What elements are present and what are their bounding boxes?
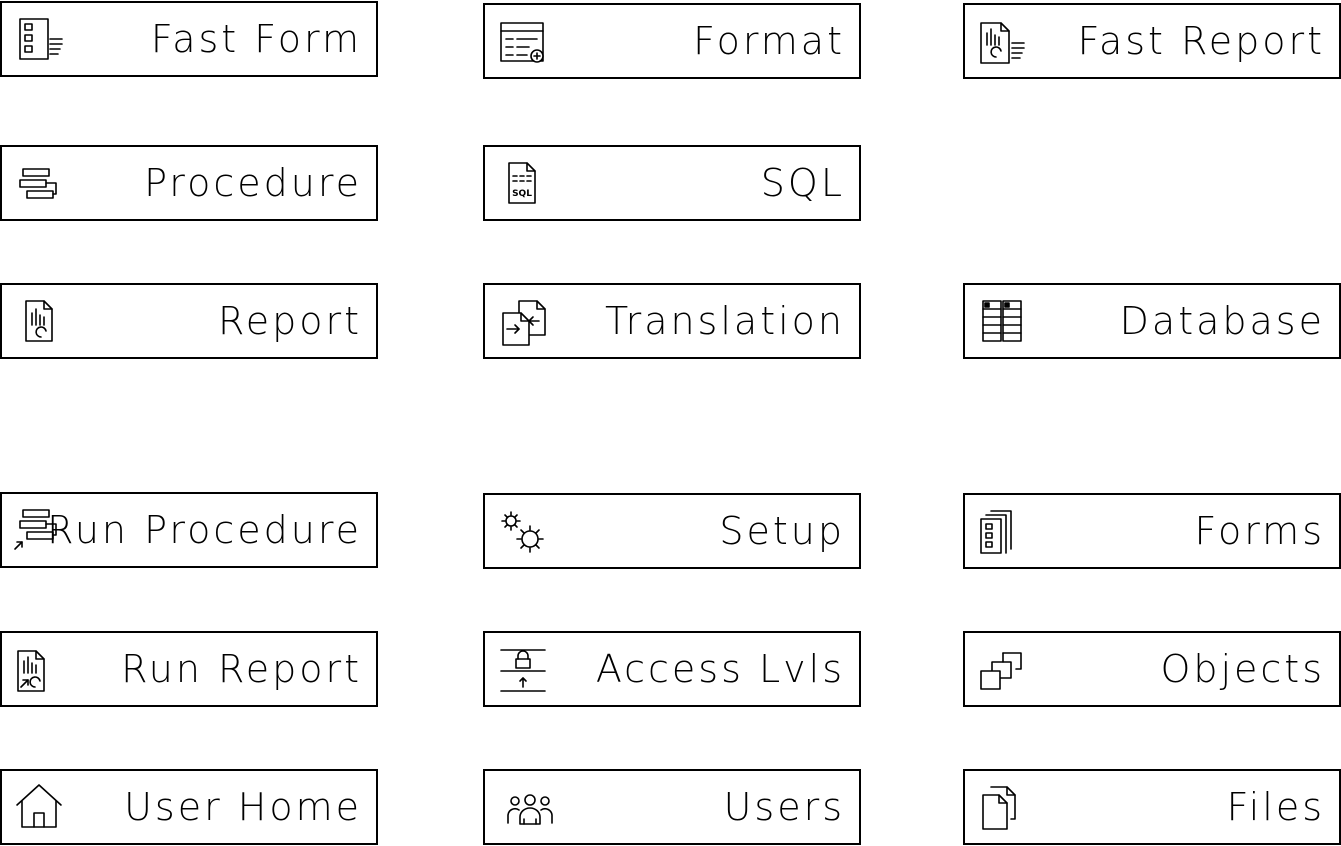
format-label: Format <box>693 19 845 63</box>
translation-label: Translation <box>604 299 845 343</box>
access-lvls-label: Access Lvls <box>595 647 845 691</box>
gears-icon <box>499 509 549 557</box>
sql-button[interactable]: SQL SQL <box>483 145 861 221</box>
run-report-label: Run Report <box>121 647 362 691</box>
fast-report-button[interactable]: Fast Report <box>963 3 1341 79</box>
database-button[interactable]: Database <box>963 283 1341 359</box>
files-label: Files <box>1226 785 1325 829</box>
user-home-button[interactable]: User Home <box>0 769 378 845</box>
forms-button[interactable]: Forms <box>963 493 1341 569</box>
report-label: Report <box>218 299 362 343</box>
objects-cascade-icon <box>979 651 1025 693</box>
files-button[interactable]: Files <box>963 769 1341 845</box>
run-report-icon <box>14 649 54 695</box>
run-procedure-button[interactable]: Run Procedure <box>0 492 378 568</box>
users-button[interactable]: Users <box>483 769 861 845</box>
lock-levels-icon <box>499 647 547 695</box>
fast-report-icon <box>979 21 1027 65</box>
procedure-stack-icon <box>18 167 62 203</box>
report-button[interactable]: Report <box>0 283 378 359</box>
setup-label: Setup <box>719 509 845 553</box>
objects-button[interactable]: Objects <box>963 631 1341 707</box>
database-table-icon <box>981 299 1029 345</box>
procedure-label: Procedure <box>144 161 362 205</box>
forms-label: Forms <box>1194 509 1325 553</box>
sql-icon-text: SQL <box>512 189 532 199</box>
objects-label: Objects <box>1160 647 1325 691</box>
forms-stack-icon <box>979 509 1019 557</box>
fast-form-label: Fast Form <box>150 17 362 61</box>
form-list-icon <box>18 17 66 63</box>
format-button[interactable]: Format <box>483 3 861 79</box>
procedure-button[interactable]: Procedure <box>0 145 378 221</box>
users-group-icon <box>505 793 555 827</box>
fast-form-button[interactable]: Fast Form <box>0 1 378 77</box>
report-file-icon <box>22 299 60 345</box>
translation-button[interactable]: Translation <box>483 283 861 359</box>
sql-file-icon: SQL <box>505 161 545 207</box>
format-table-icon <box>499 21 547 65</box>
setup-button[interactable]: Setup <box>483 493 861 569</box>
files-icon <box>979 785 1021 833</box>
home-icon <box>14 783 64 831</box>
run-report-button[interactable]: Run Report <box>0 631 378 707</box>
translation-icon <box>501 299 549 347</box>
users-label: Users <box>723 785 845 829</box>
fast-report-label: Fast Report <box>1077 19 1325 63</box>
database-label: Database <box>1119 299 1325 343</box>
run-procedure-label: Run Procedure <box>47 508 362 552</box>
user-home-label: User Home <box>124 785 362 829</box>
access-lvls-button[interactable]: Access Lvls <box>483 631 861 707</box>
sql-label: SQL <box>760 161 845 205</box>
